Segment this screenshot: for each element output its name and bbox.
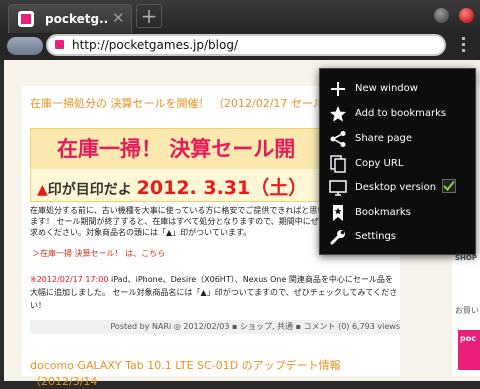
notice-date: ※2012/02/17 17:00	[30, 275, 109, 284]
triangle-mark: ▲	[37, 182, 48, 198]
sale-link[interactable]: ＞在庫一掃 決算セール！ は、こちら	[32, 248, 165, 259]
menu-item-desktop-version[interactable]: Desktop version	[320, 176, 475, 201]
banner-subline-text: 印が目印だよ	[47, 182, 132, 198]
menu-item-add-bookmark[interactable]: Add to bookmarks	[320, 102, 475, 127]
url-input[interactable]: http://pocketgames.jp/blog/	[46, 34, 446, 56]
share-icon	[330, 131, 346, 147]
menu-item-label: Bookmarks	[355, 207, 411, 218]
back-button[interactable]	[7, 37, 43, 55]
copy-icon	[330, 155, 346, 173]
wrench-icon	[330, 230, 345, 245]
url-text: http://pocketgames.jp/blog/	[72, 38, 238, 52]
menu-item-label: Settings	[355, 231, 397, 242]
window-close-button[interactable]	[459, 8, 474, 23]
browser-overflow-menu: New window Add to bookmarks Share page C…	[319, 68, 476, 255]
menu-item-copy-url[interactable]: Copy URL	[320, 152, 475, 177]
plus-icon	[331, 82, 345, 96]
post-meta: Posted by NARi ◎ 2012/02/03 ▪ ショップ, 共通 ▪…	[30, 320, 400, 334]
site-favicon-icon	[53, 38, 66, 51]
menu-item-label: Desktop version	[355, 182, 437, 193]
star-icon	[330, 106, 346, 122]
new-tab-button[interactable]: +	[136, 4, 162, 28]
checkmark-icon	[443, 180, 455, 191]
banner-date: 2012. 3.31（土）	[136, 177, 308, 199]
menu-item-new-window[interactable]: New window	[320, 77, 475, 102]
sidebar-shop-label: SHOP	[455, 254, 477, 262]
menu-item-label: New window	[355, 83, 418, 94]
menu-item-share-page[interactable]: Share page	[320, 127, 475, 152]
banner-subline: ▲印が目印だよ 2012. 3.31（土）	[37, 173, 307, 200]
close-tab-icon[interactable]: ✕	[112, 9, 125, 27]
menu-item-bookmarks[interactable]: Bookmarks	[320, 201, 475, 226]
menu-item-settings[interactable]: Settings	[320, 225, 475, 250]
tab-pocketgames[interactable]: pocketg... ✕	[8, 4, 132, 33]
sidebar-ad-text: poc	[460, 334, 476, 343]
sidebar-buy-label: お買い	[455, 306, 479, 315]
desktop-version-checkbox[interactable]	[442, 179, 456, 193]
bookmark-icon	[333, 205, 343, 221]
tab-title: pocketg...	[45, 12, 107, 26]
site-favicon-icon	[18, 11, 34, 27]
menu-item-label: Add to bookmarks	[355, 108, 447, 119]
menu-item-label: Copy URL	[355, 158, 404, 169]
post2-title-link[interactable]: docomo GALAXY Tab 10.1 LTE SC-01D のアップデー…	[30, 357, 400, 389]
overflow-menu-icon[interactable]	[461, 37, 467, 53]
monitor-icon	[329, 180, 347, 196]
menu-item-label: Share page	[355, 133, 413, 144]
sidebar-ad-banner[interactable]: poc	[458, 330, 480, 370]
banner-headline: 在庫一掃！ 決算セール開	[57, 137, 296, 161]
post-notice: ※2012/02/17 17:00 iPad、iPhone、Desire（X06…	[30, 273, 398, 312]
minimize-button[interactable]	[434, 8, 449, 23]
